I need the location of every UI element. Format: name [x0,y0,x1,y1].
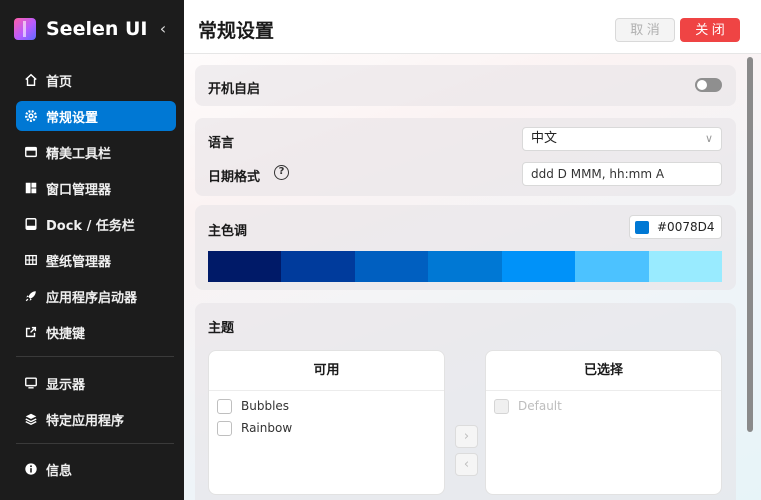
sidebar-item-label: 常规设置 [46,110,99,126]
theme-name: Rainbow [241,421,293,435]
gear-icon [23,108,39,124]
sidebar-item-shortcuts[interactable]: 快捷键 [16,317,176,347]
autostart-label: 开机自启 [208,82,261,97]
available-themes-list: 可用 Bubbles Rainbow [208,350,445,495]
accent-color-picker[interactable]: #0078D4 [629,215,722,239]
checkbox[interactable] [217,420,232,436]
autostart-card: 开机自启 [195,65,736,106]
sidebar-item-label: 应用程序启动器 [46,290,138,306]
accent-color-card: 主色调 #0078D4 [195,205,736,290]
list-item[interactable]: Rainbow [209,417,444,439]
autostart-toggle[interactable] [695,78,722,92]
scrollbar-thumb[interactable] [747,57,753,432]
settings-window: Seelen UI ‹ 首页 常规设置 精美工具栏 窗口管理器 Dock / 任… [0,0,761,500]
sidebar-item-label: 快捷键 [46,326,86,342]
cancel-button[interactable]: 取 消 [615,18,675,42]
sidebar-item-app-specific[interactable]: 特定应用程序 [16,404,176,434]
app-title: Seelen UI [46,18,148,40]
palette-color[interactable] [575,251,649,282]
page-title: 常规设置 [198,20,275,42]
sidebar-item-label: 首页 [46,74,73,90]
sidebar-item-info[interactable]: 信息 [16,454,176,484]
shortcut-icon [23,324,39,340]
sidebar-item-label: 窗口管理器 [46,182,112,198]
palette-color[interactable] [428,251,502,282]
list-item[interactable]: Bubbles [209,395,444,417]
wallpaper-icon [23,252,39,268]
toolbar-icon [23,144,39,160]
accent-palette [208,251,722,282]
accent-color-swatch [635,221,649,234]
sidebar-item-label: Dock / 任务栏 [46,218,135,234]
sidebar-item-toolbar[interactable]: 精美工具栏 [16,137,176,167]
collapse-sidebar-icon[interactable]: ‹ [154,19,172,39]
theme-label: 主题 [208,321,235,336]
palette-color[interactable] [501,251,576,282]
sidebar-item-label: 壁纸管理器 [46,254,112,270]
date-format-input[interactable]: ddd D MMM, hh:mm A [522,162,722,186]
brand: Seelen UI [14,17,148,41]
palette-color[interactable] [281,251,355,282]
window-manager-icon [23,180,39,196]
seelen-logo-icon [14,18,36,40]
selected-themes-title: 已选择 [486,351,721,391]
sidebar-divider [16,443,174,444]
language-select[interactable]: 中文 ∨ [522,127,722,151]
chevron-down-icon: ∨ [704,132,713,145]
theme-name: Bubbles [241,399,290,413]
sidebar-item-window-manager[interactable]: 窗口管理器 [16,173,176,203]
language-date-card: 语言 中文 ∨ 日期格式 ? ddd D MMM, hh:mm A [195,118,736,196]
info-icon [23,461,39,477]
move-left-button[interactable]: ‹ [455,453,478,476]
palette-color[interactable] [354,251,429,282]
monitor-icon [23,375,39,391]
accent-color-label: 主色调 [208,224,248,239]
sidebar-item-label: 特定应用程序 [46,413,125,429]
header-bar: 常规设置 取 消 关 闭 [184,0,761,54]
rocket-icon [23,288,39,304]
date-format-label: 日期格式 [208,170,261,185]
language-value: 中文 [531,131,558,146]
sidebar-item-launcher[interactable]: 应用程序启动器 [16,281,176,311]
help-icon[interactable]: ? [274,165,289,180]
list-item: Default [486,395,721,417]
sidebar-item-home[interactable]: 首页 [16,65,176,95]
checkbox [494,398,509,414]
available-themes-title: 可用 [209,351,444,391]
sidebar-item-label: 精美工具栏 [46,146,112,162]
sidebar-item-wallpaper[interactable]: 壁纸管理器 [16,245,176,275]
theme-name: Default [518,399,562,413]
sidebar-divider [16,356,174,357]
sidebar-item-label: 显示器 [46,377,86,393]
palette-color[interactable] [648,251,722,282]
accent-color-hex: #0078D4 [657,220,715,234]
language-label: 语言 [208,136,235,151]
home-icon [23,72,39,88]
sidebar-item-monitors[interactable]: 显示器 [16,368,176,398]
checkbox[interactable] [217,398,232,414]
sidebar-item-general[interactable]: 常规设置 [16,101,176,131]
sidebar-item-dock[interactable]: Dock / 任务栏 [16,209,176,239]
sidebar-item-label: 信息 [46,463,73,479]
palette-color[interactable] [208,251,282,282]
close-button[interactable]: 关 闭 [680,18,740,42]
sidebar: Seelen UI ‹ 首页 常规设置 精美工具栏 窗口管理器 Dock / 任… [0,0,184,500]
selected-themes-list: 已选择 Default [485,350,722,495]
move-right-button[interactable]: › [455,425,478,448]
theme-card: 主题 可用 Bubbles Rainbow › ‹ 已选择 Default [195,303,736,500]
dock-icon [23,216,39,232]
main-content: 常规设置 取 消 关 闭 开机自启 语言 中文 ∨ 日期格式 ? ddd D M… [184,0,761,500]
layers-icon [23,411,39,427]
